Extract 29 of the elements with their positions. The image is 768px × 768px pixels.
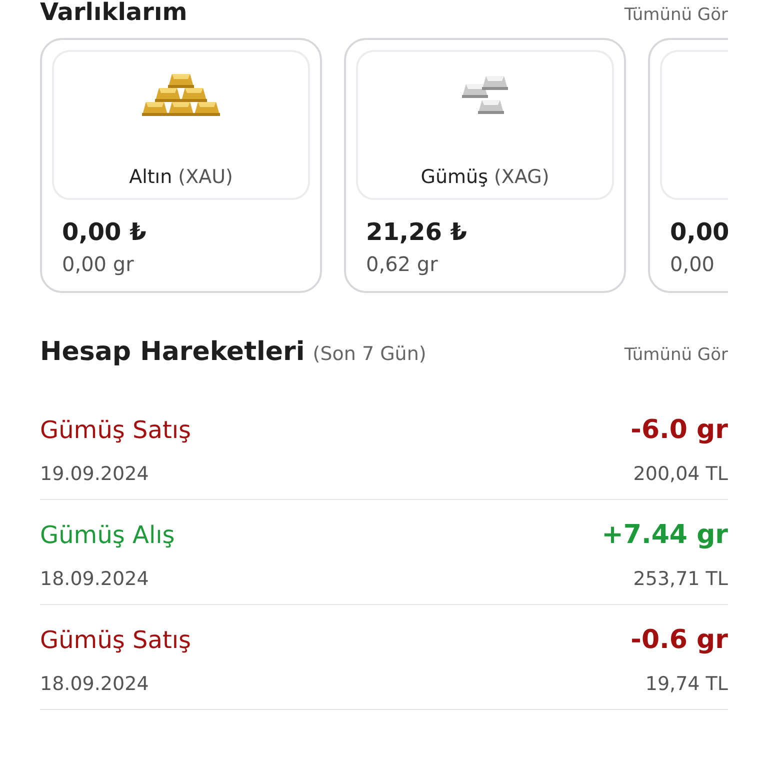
transaction-amount: -6.0 gr xyxy=(630,415,728,445)
transaction-title: Gümüş Satış xyxy=(40,626,192,654)
asset-weight: 0,00 gr xyxy=(62,252,135,276)
section-title: Varlıklarım xyxy=(40,0,188,24)
transaction-title: Gümüş Alış xyxy=(40,521,175,549)
asset-name: Gümüş (XAG) xyxy=(420,166,550,188)
transaction-amount: +7.44 gr xyxy=(602,520,728,550)
transaction-total: 253,71 TL xyxy=(633,568,728,590)
ingot-stack-icon xyxy=(140,72,222,118)
see-all-link[interactable]: Tümünü Gör xyxy=(624,345,728,365)
section-subtitle: (Son 7 Gün) xyxy=(312,343,426,365)
asset-weight: 0,00 xyxy=(670,252,716,276)
asset-weight: 0,62 gr xyxy=(366,252,439,276)
asset-value: 21,26 ₺ xyxy=(366,218,468,246)
asset-card[interactable]: 0,00 0,00 xyxy=(648,38,728,293)
asset-card[interactable]: Altın (XAU) 0,00 ₺ 0,00 gr xyxy=(40,38,322,293)
transaction-date: 19.09.2024 xyxy=(40,463,149,485)
asset-value: 0,00 ₺ xyxy=(62,218,148,246)
transaction-amount: -0.6 gr xyxy=(630,625,728,655)
see-all-link[interactable]: Tümünü Gör xyxy=(624,5,728,25)
transaction-date: 18.09.2024 xyxy=(40,568,149,590)
asset-value: 0,00 xyxy=(670,218,728,246)
section-title: Hesap Hareketleri xyxy=(40,337,305,367)
transaction-total: 19,74 TL xyxy=(645,673,728,695)
transaction-title: Gümüş Satış xyxy=(40,416,192,444)
asset-card[interactable]: Gümüş (XAG) 21,26 ₺ 0,62 gr xyxy=(344,38,626,293)
transaction-date: 18.09.2024 xyxy=(40,673,149,695)
transaction-total: 200,04 TL xyxy=(633,463,728,485)
asset-name: Altın (XAU) xyxy=(129,166,233,188)
